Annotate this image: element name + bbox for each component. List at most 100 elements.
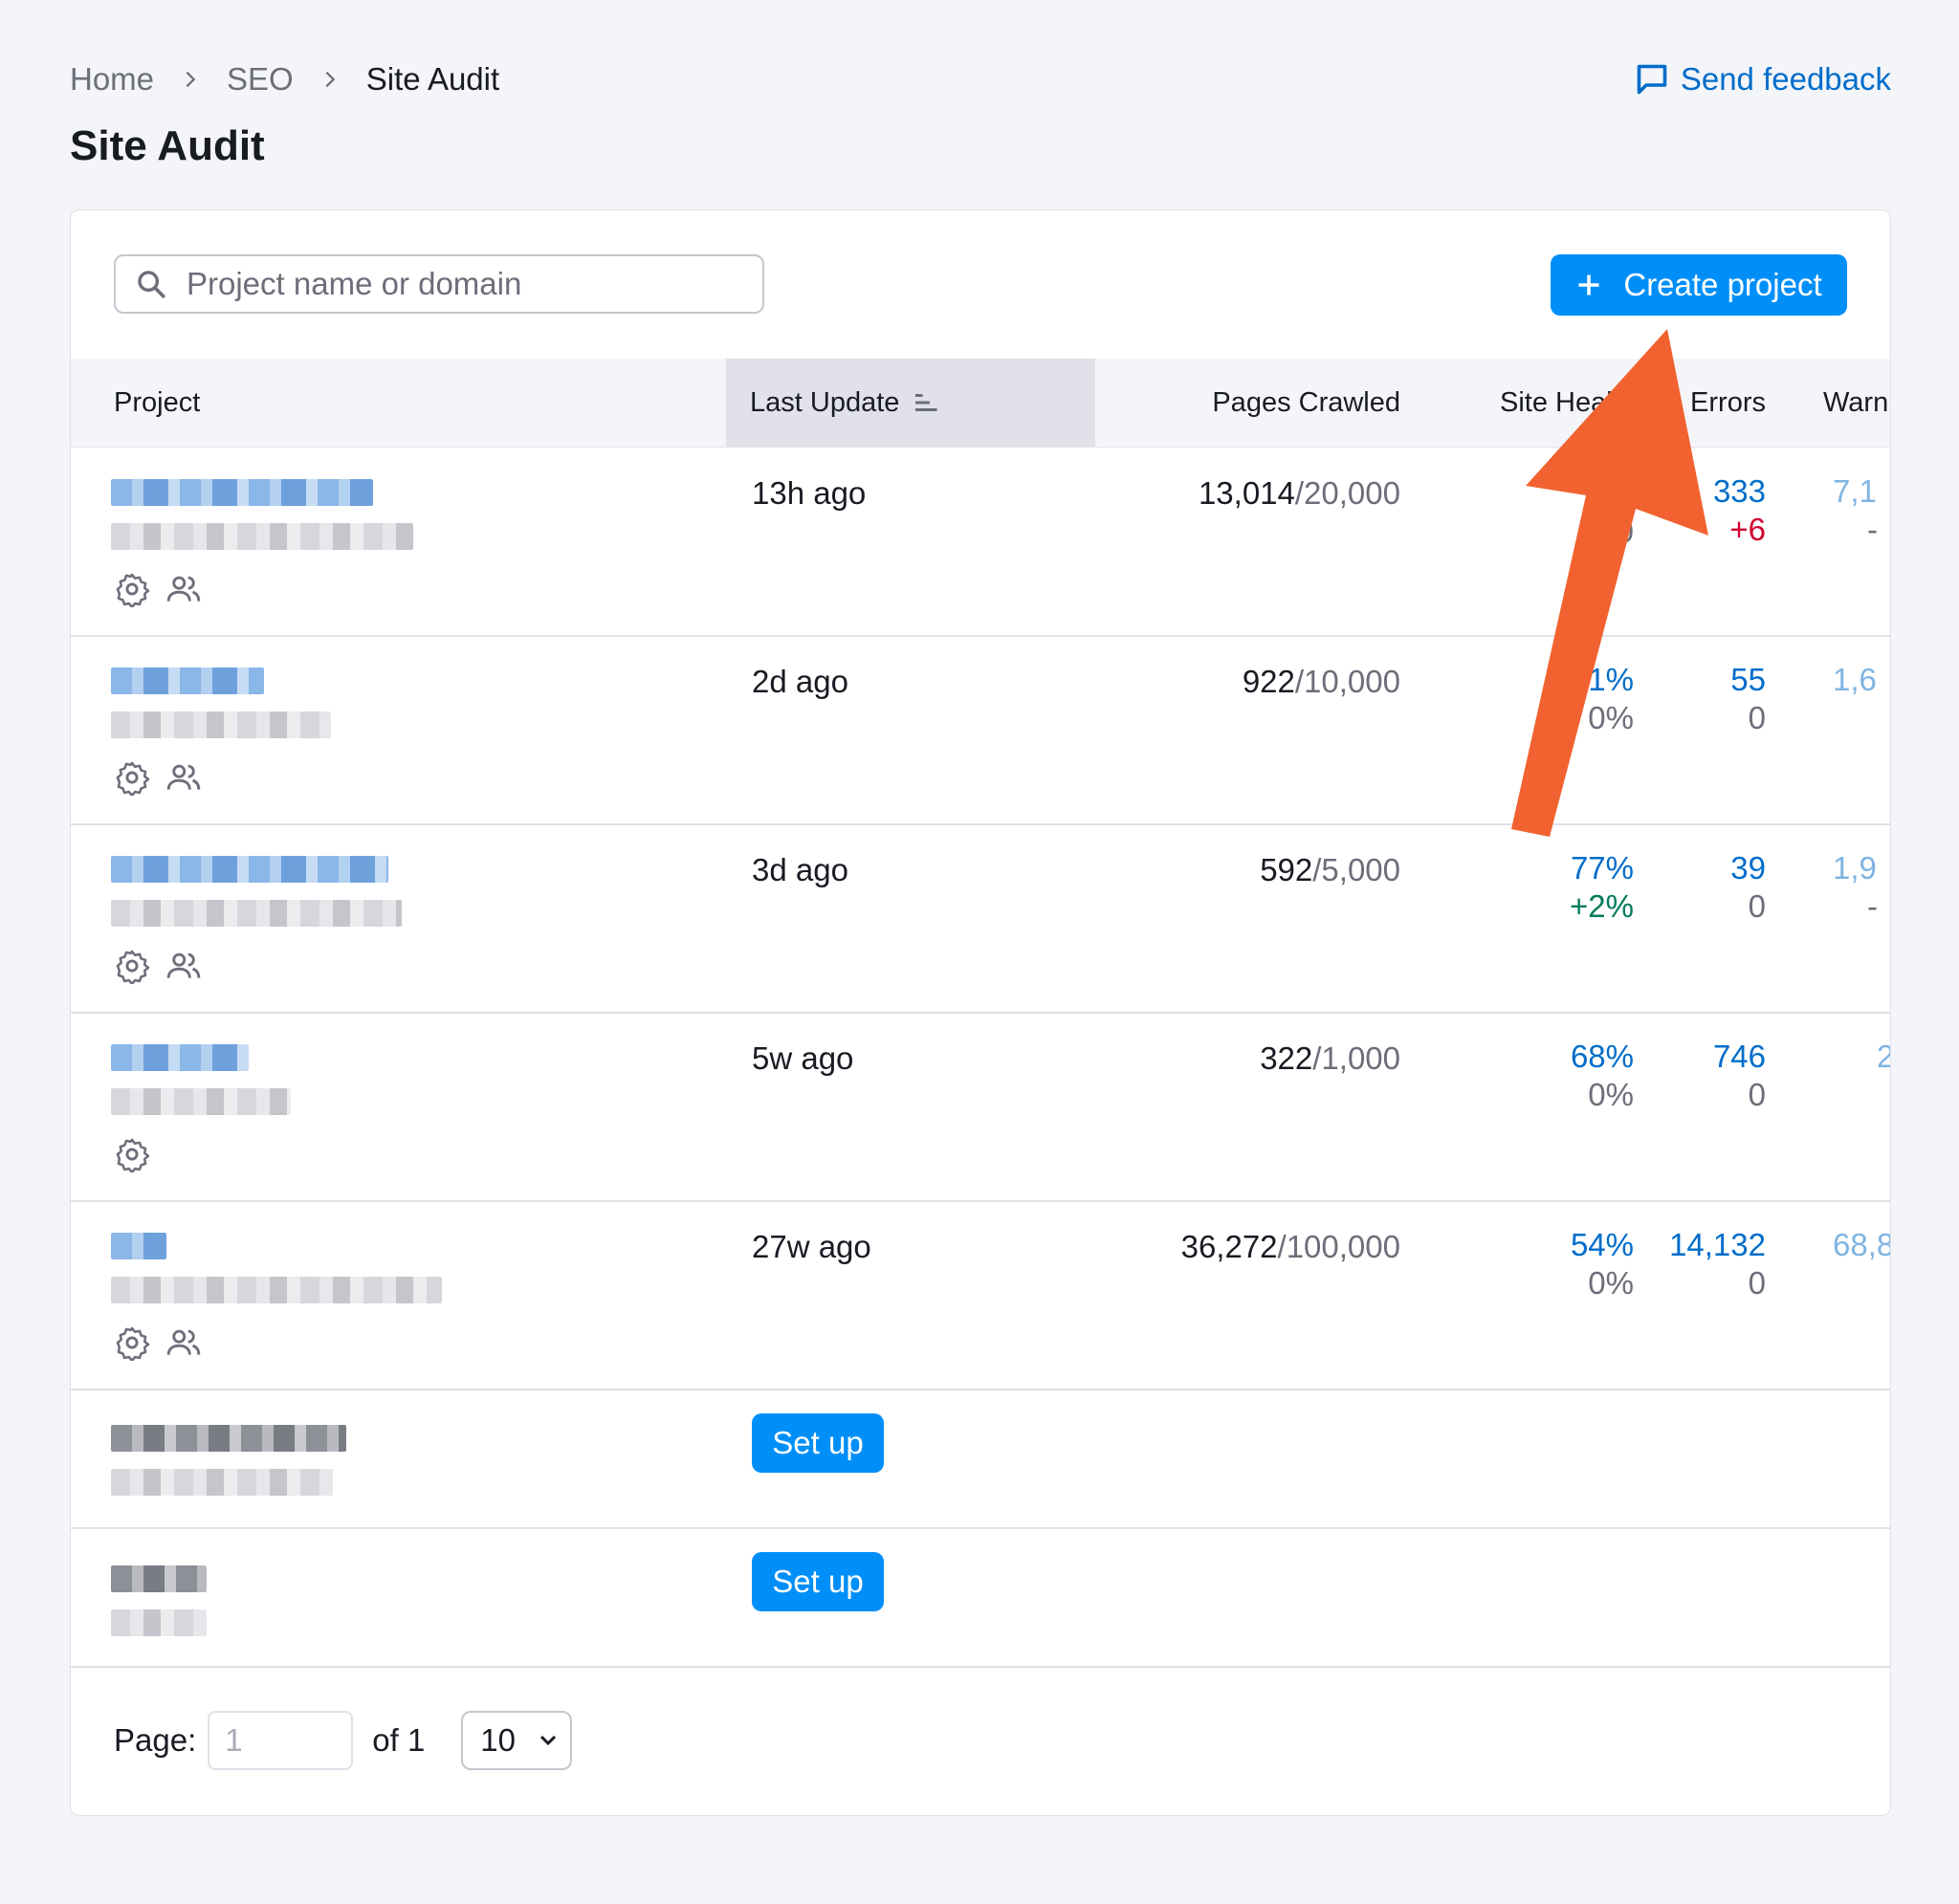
column-header-warnings[interactable]: Warnings — [1823, 359, 1890, 447]
column-header-site-health[interactable]: Site Health — [1500, 359, 1634, 447]
per-page-value: 10 — [480, 1722, 517, 1758]
table-header: Project Last Update Pages Crawled Site H… — [71, 359, 1890, 448]
project-domain-redacted — [111, 523, 413, 550]
top-bar: Home SEO Site Audit Send feedback — [70, 61, 1891, 109]
project-domain-redacted — [111, 900, 402, 927]
project-name-redacted[interactable] — [111, 1233, 166, 1259]
errors-value[interactable]: 14,132 — [1669, 1227, 1766, 1263]
gear-icon[interactable] — [114, 948, 150, 984]
project-domain-redacted — [111, 1609, 207, 1636]
warnings-delta: - — [1867, 512, 1878, 547]
page-count-label: of 1 — [372, 1722, 426, 1758]
row-actions — [114, 1136, 165, 1172]
sort-icon — [915, 394, 937, 411]
projects-card: Create project Project Last Update Pages… — [70, 209, 1891, 1816]
site-health-delta: 0% — [1588, 1077, 1634, 1112]
pages-limit: /1,000 — [1312, 1040, 1400, 1076]
errors-delta: 0 — [1748, 1265, 1766, 1301]
warnings-value[interactable]: 68,8 — [1833, 1227, 1890, 1263]
last-update-value: 5w ago — [752, 1040, 854, 1076]
project-name-redacted[interactable] — [111, 856, 388, 883]
errors-delta: 0 — [1748, 1077, 1766, 1112]
pages-crawled-value: 922/10,000 — [1243, 664, 1400, 700]
users-icon[interactable] — [165, 571, 202, 607]
chevron-down-icon — [539, 1735, 557, 1746]
pages-limit: /100,000 — [1277, 1229, 1400, 1264]
search-input[interactable] — [187, 266, 722, 302]
errors-delta: 0 — [1748, 700, 1766, 735]
errors-value[interactable]: 55 — [1730, 662, 1766, 698]
users-icon[interactable] — [165, 759, 202, 796]
send-feedback-label: Send feedback — [1680, 61, 1891, 97]
project-domain-redacted — [111, 711, 331, 738]
errors-value[interactable]: 333 — [1713, 473, 1766, 510]
pages-crawled-count: 922 — [1242, 664, 1295, 699]
table-row: 3d ago 592/5,000 77% +2% 39 0 1,9 - — [71, 823, 1890, 1014]
pages-crawled-value: 592/5,000 — [1260, 852, 1400, 888]
errors-value[interactable]: 39 — [1730, 850, 1766, 886]
send-feedback-link[interactable]: Send feedback — [1635, 61, 1891, 98]
site-health-value[interactable]: 77% — [1571, 850, 1634, 886]
create-project-button[interactable]: Create project — [1551, 254, 1847, 316]
row-actions — [114, 1324, 217, 1361]
breadcrumb-current: Site Audit — [365, 61, 500, 97]
last-update-value: 13h ago — [752, 475, 867, 511]
project-domain-redacted — [111, 1469, 333, 1496]
plus-icon — [1578, 274, 1599, 295]
warnings-value[interactable]: 1,9 — [1833, 850, 1877, 886]
pagination: Page: of 1 10 — [114, 1710, 573, 1771]
gear-icon[interactable] — [114, 571, 150, 607]
project-name-redacted[interactable] — [111, 1044, 249, 1071]
column-header-errors[interactable]: Errors — [1690, 359, 1766, 447]
table-row: Set up — [71, 1527, 1890, 1668]
project-name-redacted[interactable] — [111, 667, 264, 694]
row-actions — [114, 571, 217, 607]
site-health-delta: 0% — [1588, 700, 1634, 735]
gear-icon[interactable] — [114, 759, 150, 796]
project-name-redacted[interactable] — [111, 479, 373, 506]
site-health-delta: 0% — [1588, 1265, 1634, 1301]
column-header-pages-crawled[interactable]: Pages Crawled — [1212, 359, 1400, 447]
users-icon[interactable] — [165, 948, 202, 984]
search-icon — [138, 271, 165, 298]
warnings-value[interactable]: 7,1 — [1833, 473, 1877, 510]
column-header-project[interactable]: Project — [114, 359, 200, 447]
site-health-delta: +2% — [1570, 888, 1634, 924]
table-row: 27w ago 36,272/100,000 54% 0% 14,132 0 6… — [71, 1200, 1890, 1390]
gear-icon[interactable] — [114, 1324, 150, 1361]
users-icon[interactable] — [165, 1324, 202, 1361]
pages-crawled-count: 13,014 — [1198, 475, 1295, 511]
page-number-input[interactable] — [208, 1711, 354, 1770]
pages-crawled-count: 322 — [1260, 1040, 1313, 1076]
project-domain-redacted — [111, 1277, 442, 1303]
gear-icon[interactable] — [114, 1136, 150, 1172]
pages-limit: /10,000 — [1294, 664, 1400, 699]
errors-value[interactable]: 746 — [1713, 1039, 1766, 1075]
pages-crawled-value: 36,272/100,000 — [1181, 1229, 1400, 1265]
per-page-select[interactable]: 10 — [461, 1711, 573, 1770]
setup-button[interactable]: Set up — [752, 1413, 884, 1473]
search-box[interactable] — [114, 254, 764, 314]
pages-crawled-count: 36,272 — [1180, 1229, 1278, 1264]
site-health-value[interactable]: 54% — [1571, 1227, 1634, 1263]
chevron-right-icon — [180, 69, 201, 90]
warnings-delta: - — [1867, 888, 1878, 924]
table-row: 5w ago 322/1,000 68% 0% 746 0 2 — [71, 1012, 1890, 1202]
errors-delta: 0 — [1748, 888, 1766, 924]
breadcrumb-seo[interactable]: SEO — [227, 61, 294, 98]
setup-button[interactable]: Set up — [752, 1552, 884, 1611]
table-row: 13h ago 13,014/20,000 0 333 +6 7,1 - — [71, 447, 1890, 637]
warnings-value[interactable]: 2 — [1877, 1039, 1890, 1075]
site-health-value[interactable]: 68% — [1571, 1039, 1634, 1075]
table-row: Set up — [71, 1389, 1890, 1529]
row-actions — [114, 759, 217, 796]
warnings-value[interactable]: 1,6 — [1833, 662, 1877, 698]
pages-limit: /20,000 — [1294, 475, 1400, 511]
column-header-last-update[interactable]: Last Update — [726, 359, 1095, 447]
project-name-redacted — [111, 1425, 346, 1452]
row-actions — [114, 948, 217, 984]
breadcrumb-home[interactable]: Home — [70, 61, 154, 98]
pages-crawled-value: 322/1,000 — [1260, 1040, 1400, 1077]
pages-crawled-count: 592 — [1260, 852, 1313, 887]
site-health-value[interactable]: 1% — [1588, 662, 1634, 698]
